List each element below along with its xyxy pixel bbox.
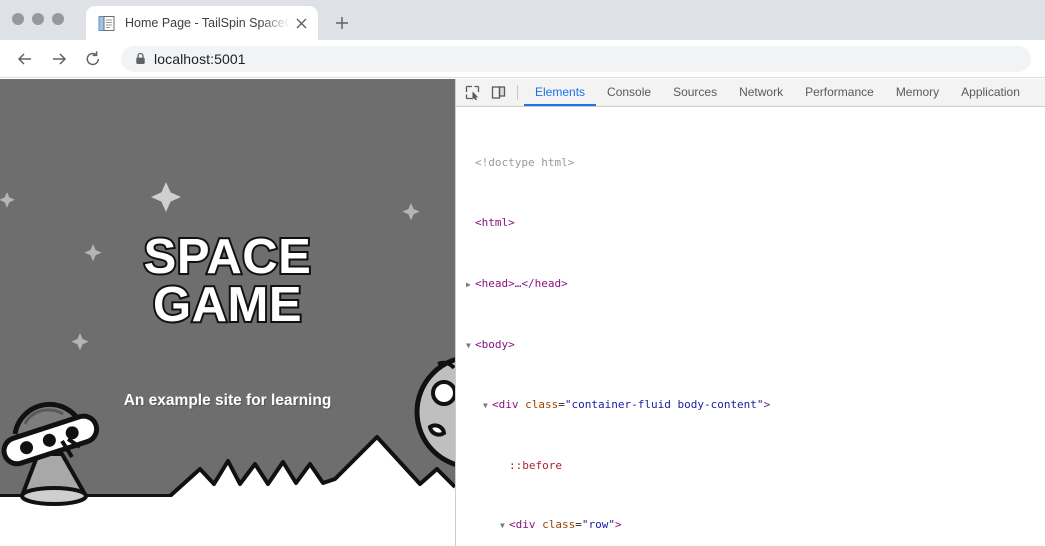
page-viewport: SPACE GAME An example site for learning … — [0, 79, 455, 546]
dom-node-doctype[interactable]: ▸<!doctype html> — [456, 156, 1045, 172]
pseudo-before-text: ::before — [509, 458, 562, 472]
doctype-text: <!doctype html> — [475, 155, 575, 169]
dom-node-head[interactable]: ▶ <head>…</head> — [456, 277, 1045, 293]
url-text: localhost:5001 — [154, 50, 246, 67]
tab-memory[interactable]: Memory — [885, 79, 950, 106]
container-fluid-text: <div class="container-fluid body-content… — [492, 398, 771, 412]
inspect-element-icon[interactable] — [459, 79, 485, 106]
window-controls — [12, 13, 64, 25]
document-icon — [98, 15, 115, 32]
tab-console[interactable]: Console — [596, 79, 662, 106]
tab-application[interactable]: Application — [950, 79, 1031, 106]
toolbar-divider — [517, 85, 518, 100]
page-title-line-2: GAME — [151, 277, 304, 332]
address-bar[interactable]: localhost:5001 — [121, 45, 1031, 72]
chevron-down-icon[interactable]: ▼ — [500, 519, 509, 534]
dom-tree: ▸<!doctype html> ▸<html> ▶<head>…</head>… — [456, 107, 1045, 546]
page-subtitle: An example site for learning — [123, 392, 332, 409]
page-title-line-1: SPACE — [142, 230, 313, 284]
forward-button[interactable] — [45, 45, 73, 73]
dom-node-before-1[interactable]: ::before — [456, 459, 1045, 474]
tab-title: Home Page - TailSpin SpaceGame — [125, 16, 290, 30]
browser-window: Home Page - TailSpin SpaceGame — [0, 0, 1045, 546]
head-tag-text: <head>…</head> — [475, 276, 568, 290]
row-text: <div class="row"> — [509, 518, 622, 532]
reload-button[interactable] — [79, 45, 107, 73]
chevron-down-icon[interactable]: ▼ — [466, 339, 475, 354]
chevron-down-icon[interactable]: ▼ — [483, 399, 492, 414]
dom-node-body[interactable]: ▼ <body> — [456, 338, 1045, 354]
tab-sources[interactable]: Sources — [662, 79, 728, 106]
devtools-panel: Elements Console Sources Network Perform… — [455, 79, 1045, 546]
browser-toolbar: localhost:5001 — [0, 40, 1045, 78]
page-title: SPACE GAME — [0, 230, 455, 332]
minimize-window-button[interactable] — [32, 13, 44, 25]
new-tab-button[interactable] — [330, 11, 354, 35]
tab-strip: Home Page - TailSpin SpaceGame — [0, 0, 1045, 40]
tab-network[interactable]: Network — [728, 79, 794, 106]
body-tag-text: <body> — [475, 337, 515, 351]
device-toolbar-icon[interactable] — [485, 79, 511, 106]
tab-elements[interactable]: Elements — [524, 79, 597, 106]
lock-icon — [135, 52, 146, 65]
devtools-tabbar: Elements Console Sources Network Perform… — [456, 79, 1045, 107]
close-tab-icon[interactable] — [292, 14, 310, 32]
html-tag-text: <html> — [475, 216, 515, 230]
close-window-button[interactable] — [12, 13, 24, 25]
browser-tab[interactable]: Home Page - TailSpin SpaceGame — [86, 6, 318, 40]
back-button[interactable] — [11, 45, 39, 73]
dom-node-row[interactable]: ▼ <div class="row"> — [456, 518, 1045, 534]
chevron-right-icon[interactable]: ▶ — [466, 278, 475, 293]
maximize-window-button[interactable] — [52, 13, 64, 25]
dom-node-container-fluid[interactable]: ▼ <div class="container-fluid body-conten… — [456, 398, 1045, 414]
tab-performance[interactable]: Performance — [794, 79, 885, 106]
dom-node-html[interactable]: ▸<html> — [456, 216, 1045, 232]
